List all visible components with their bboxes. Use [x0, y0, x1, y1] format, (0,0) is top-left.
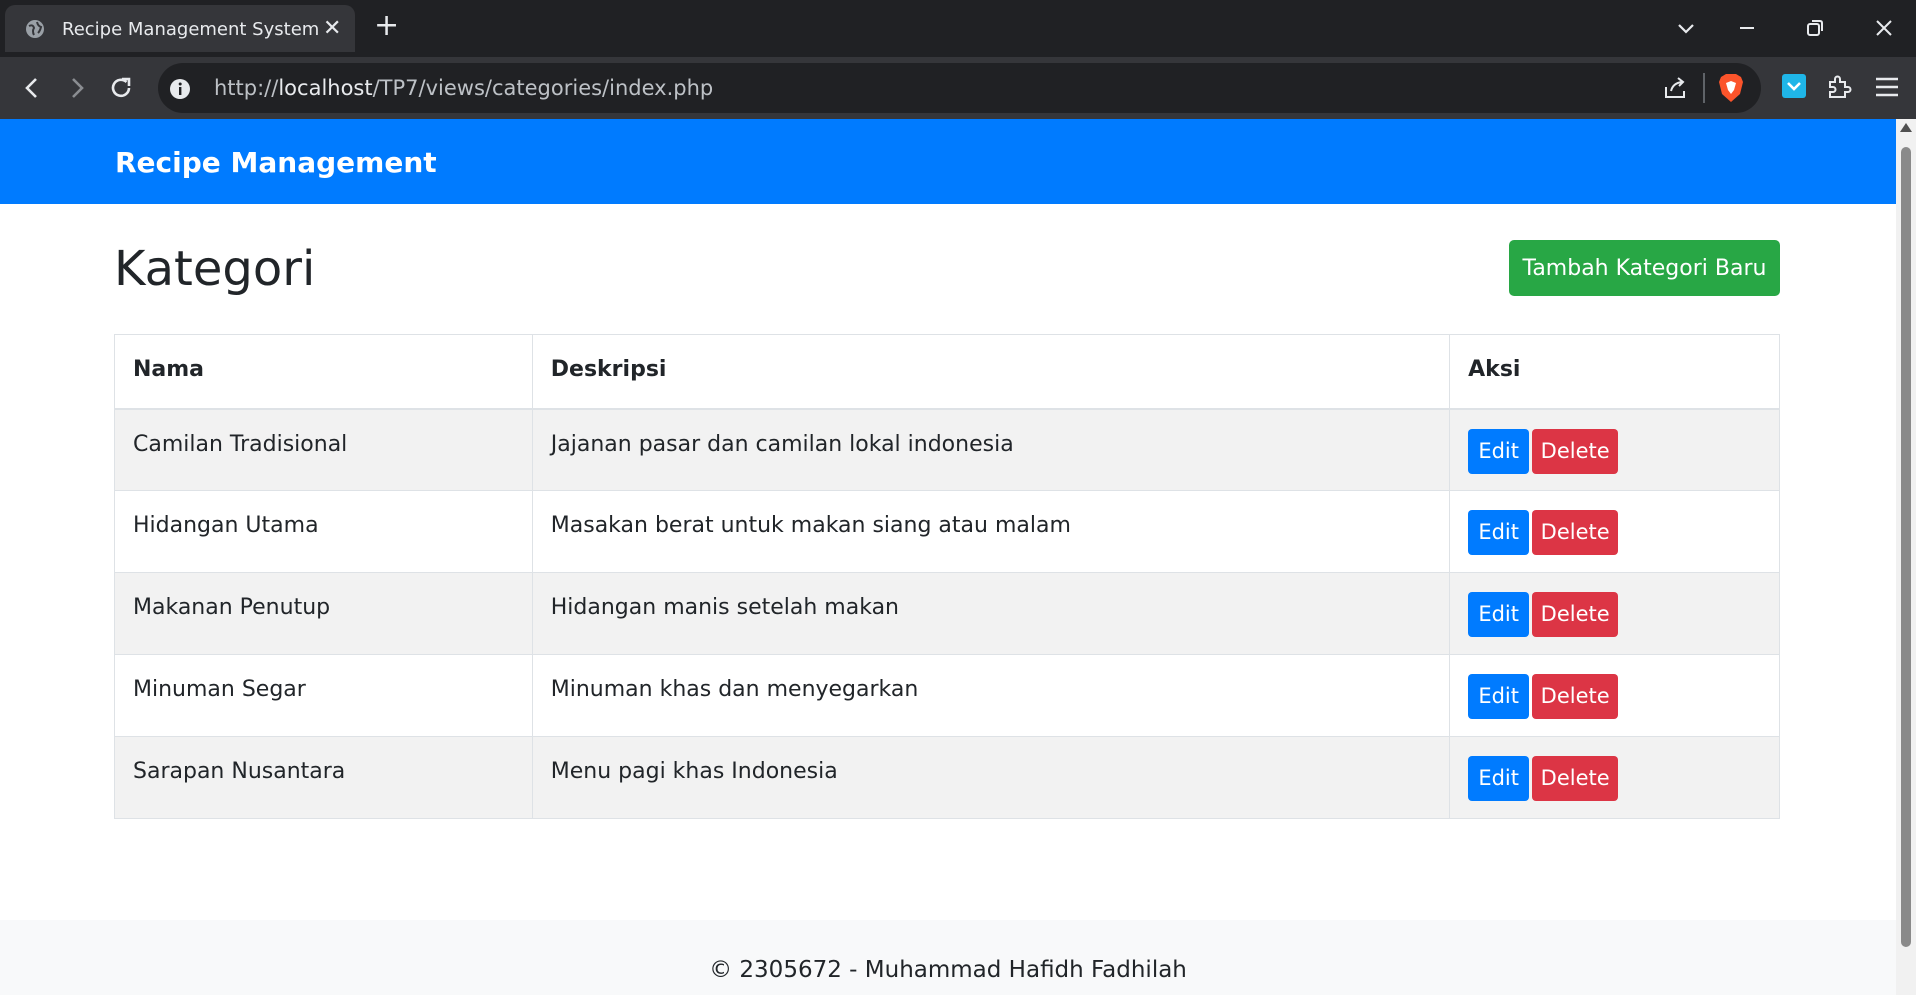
cell-aksi: Edit Delete [1449, 408, 1780, 491]
delete-button[interactable]: Delete [1532, 510, 1619, 555]
tab-search-chevron-icon[interactable] [1676, 18, 1696, 38]
table-row: Hidangan Utama Masakan berat untuk makan… [114, 490, 1780, 573]
site-navbar: Recipe Management [0, 119, 1896, 204]
cell-aksi: Edit Delete [1449, 490, 1780, 573]
categories-table: Nama Deskripsi Aksi Camilan Tradisional … [114, 334, 1780, 819]
brave-shields-icon[interactable] [1717, 72, 1745, 104]
table-header-row: Nama Deskripsi Aksi [114, 334, 1780, 410]
browser-tab-strip: Recipe Management System ✕ + [0, 0, 1916, 57]
table-row: Camilan Tradisional Jajanan pasar dan ca… [114, 408, 1780, 491]
close-window-icon[interactable] [1874, 18, 1894, 38]
page-footer: © 2305672 - Muhammad Hafidh Fadhilah [0, 920, 1896, 995]
extension-check-icon[interactable] [1781, 73, 1807, 99]
cell-deskripsi: Masakan berat untuk makan siang atau mal… [531, 490, 1451, 573]
delete-button[interactable]: Delete [1532, 756, 1619, 801]
globe-icon [26, 20, 44, 38]
edit-button[interactable]: Edit [1468, 674, 1530, 719]
page-viewport: Recipe Management Kategori Tambah Katego… [0, 119, 1896, 995]
page-scrollbar[interactable] [1896, 119, 1916, 995]
tab-title: Recipe Management System [62, 19, 320, 40]
browser-tab[interactable]: Recipe Management System ✕ [5, 5, 355, 52]
page-title: Kategori [114, 241, 316, 297]
menu-hamburger-icon[interactable] [1872, 72, 1902, 102]
cell-nama: Minuman Segar [114, 654, 533, 737]
table-row: Makanan Penutup Hidangan manis setelah m… [114, 572, 1780, 655]
share-icon[interactable] [1662, 75, 1688, 101]
cell-aksi: Edit Delete [1449, 736, 1780, 819]
edit-button[interactable]: Edit [1468, 756, 1530, 801]
address-bar[interactable]: http://localhost/TP7/views/categories/in… [158, 63, 1761, 113]
header-nama: Nama [114, 334, 533, 410]
table-row: Sarapan Nusantara Menu pagi khas Indones… [114, 736, 1780, 819]
new-tab-button[interactable]: + [374, 11, 399, 41]
edit-button[interactable]: Edit [1468, 510, 1530, 555]
scroll-up-arrow-icon[interactable] [1900, 123, 1912, 132]
header-aksi: Aksi [1449, 334, 1780, 410]
cell-aksi: Edit Delete [1449, 654, 1780, 737]
header-deskripsi: Deskripsi [531, 334, 1451, 410]
delete-button[interactable]: Delete [1532, 592, 1619, 637]
table-row: Minuman Segar Minuman khas dan menyegark… [114, 654, 1780, 737]
url-text[interactable]: http://localhost/TP7/views/categories/in… [214, 76, 713, 100]
url-host: localhost [278, 76, 373, 100]
delete-button[interactable]: Delete [1532, 428, 1619, 474]
delete-button[interactable]: Delete [1532, 674, 1619, 719]
browser-toolbar: http://localhost/TP7/views/categories/in… [0, 57, 1916, 119]
cell-nama: Hidangan Utama [114, 490, 533, 573]
url-path: /TP7/views/categories/index.php [372, 76, 714, 100]
site-info-icon[interactable] [169, 78, 191, 100]
extensions-puzzle-icon[interactable] [1824, 72, 1854, 102]
url-prefix: http:// [214, 76, 279, 100]
reload-icon[interactable] [104, 71, 138, 105]
scrollbar-thumb[interactable] [1901, 147, 1911, 947]
cell-deskripsi: Menu pagi khas Indonesia [531, 736, 1451, 819]
footer-text: © 2305672 - Muhammad Hafidh Fadhilah [709, 957, 1187, 983]
cell-aksi: Edit Delete [1449, 572, 1780, 655]
minimize-icon[interactable] [1737, 18, 1757, 38]
cell-deskripsi: Jajanan pasar dan camilan lokal indonesi… [531, 408, 1451, 491]
toolbar-divider [1703, 73, 1705, 103]
cell-deskripsi: Hidangan manis setelah makan [531, 572, 1451, 655]
cell-nama: Sarapan Nusantara [114, 736, 533, 819]
cell-nama: Camilan Tradisional [114, 408, 533, 491]
restore-icon[interactable] [1805, 18, 1825, 38]
edit-button[interactable]: Edit [1468, 592, 1530, 637]
forward-icon[interactable] [60, 71, 94, 105]
edit-button[interactable]: Edit [1468, 428, 1530, 474]
tab-close-icon[interactable]: ✕ [323, 18, 341, 40]
cell-deskripsi: Minuman khas dan menyegarkan [531, 654, 1451, 737]
cell-nama: Makanan Penutup [114, 572, 533, 655]
back-icon[interactable] [16, 71, 50, 105]
add-category-button[interactable]: Tambah Kategori Baru [1509, 240, 1780, 296]
navbar-brand[interactable]: Recipe Management [115, 146, 437, 179]
